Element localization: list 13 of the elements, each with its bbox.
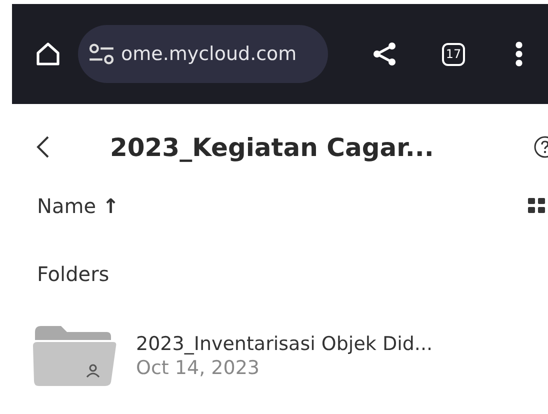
tune-icon[interactable]: [88, 43, 115, 65]
home-icon[interactable]: [34, 40, 62, 68]
back-icon[interactable]: [36, 135, 50, 159]
section-heading: Folders: [36, 261, 110, 286]
address-bar[interactable]: ome.mycloud.com: [78, 25, 328, 83]
tab-count[interactable]: 17: [442, 42, 465, 66]
menu-icon[interactable]: [515, 41, 523, 67]
grid-view-icon[interactable]: [528, 198, 548, 214]
folder-title: 2023_Kegiatan Cagar...: [110, 132, 434, 162]
share-icon[interactable]: [372, 41, 398, 67]
folder-name[interactable]: 2023_Inventarisasi Objek Did...: [136, 333, 433, 355]
folder-date: Oct 14, 2023: [136, 357, 260, 379]
sort-button[interactable]: Name ↑: [37, 194, 120, 218]
